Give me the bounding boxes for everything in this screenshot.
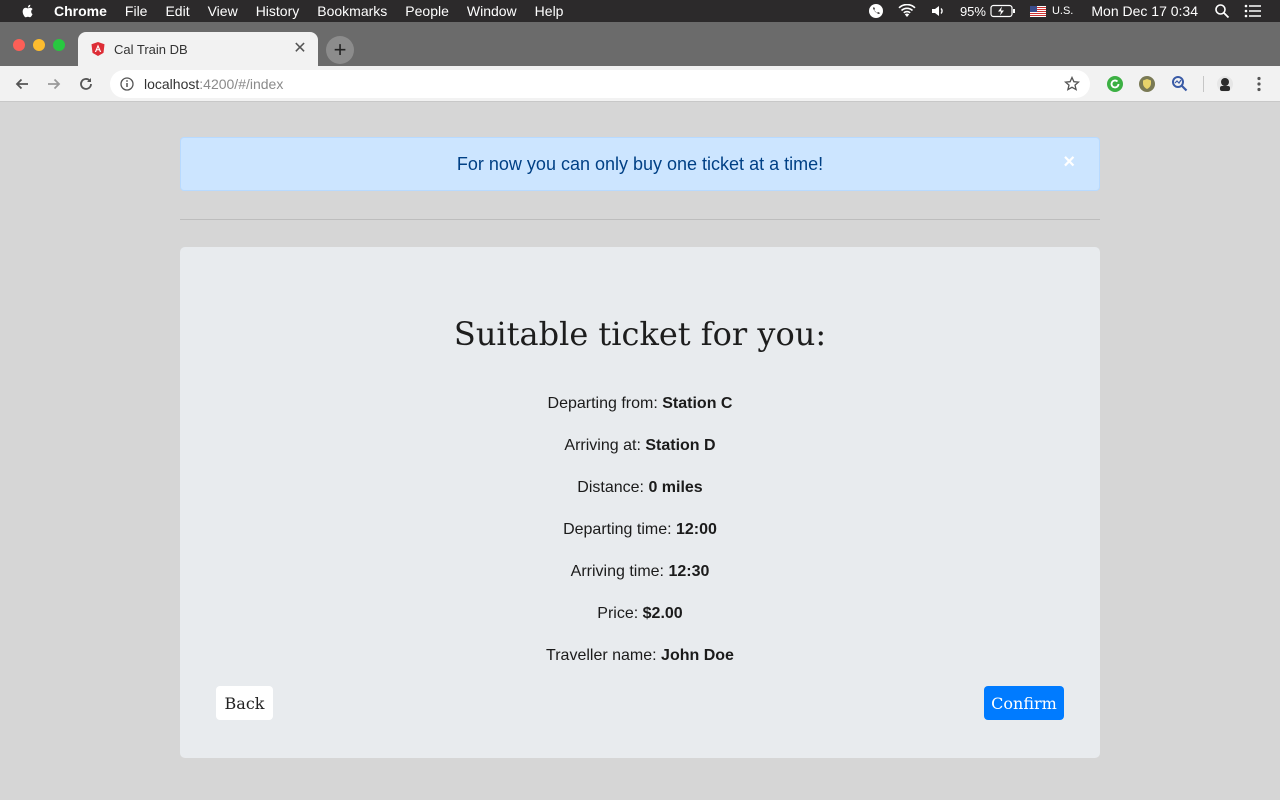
us-flag-icon[interactable] [1029, 5, 1046, 17]
departing-time-value: 12:00 [676, 521, 717, 538]
menu-app-chrome[interactable]: Chrome [54, 3, 107, 19]
menu-bookmarks[interactable]: Bookmarks [317, 3, 387, 19]
browser-toolbar: localhost:4200/#/index [0, 66, 1280, 102]
distance-value: 0 miles [648, 479, 703, 496]
menu-edit[interactable]: Edit [165, 3, 189, 19]
arriving-at-row: Arriving at: Station D [180, 437, 1100, 455]
bookmark-star-icon[interactable] [1064, 76, 1080, 92]
apple-icon[interactable] [20, 3, 36, 19]
window-zoom-button[interactable] [53, 39, 65, 51]
tab-close-icon[interactable]: ✕ [292, 41, 308, 57]
window-minimize-button[interactable] [33, 39, 45, 51]
arriving-time-row: Arriving time: 12:30 [180, 563, 1100, 581]
arriving-at-value: Station D [645, 437, 716, 454]
confirm-button[interactable]: Confirm [984, 686, 1064, 720]
spotlight-search-icon[interactable] [1214, 3, 1230, 19]
menu-help[interactable]: Help [535, 3, 564, 19]
distance-row: Distance: 0 miles [180, 479, 1100, 497]
extension-magnifier-icon[interactable] [1170, 75, 1188, 93]
notification-center-icon[interactable] [1244, 4, 1262, 18]
profile-avatar-icon[interactable] [1216, 75, 1234, 93]
extension-shield-icon[interactable] [1138, 75, 1156, 93]
arriving-time-label: Arriving time: [570, 563, 669, 580]
toolbar-separator [1203, 76, 1204, 92]
reload-icon[interactable] [75, 73, 97, 95]
wifi-icon[interactable] [898, 4, 916, 18]
tab-cal-train-db[interactable]: Cal Train DB ✕ [78, 32, 318, 66]
address-bar[interactable]: localhost:4200/#/index [110, 70, 1090, 98]
price-label: Price: [597, 605, 643, 622]
new-tab-button[interactable]: + [326, 36, 354, 64]
battery-charging-icon[interactable] [990, 4, 1016, 18]
traveller-name-label: Traveller name: [546, 647, 662, 664]
menu-people[interactable]: People [405, 3, 449, 19]
url-text[interactable]: localhost:4200/#/index [144, 76, 283, 92]
traveller-name-value: John Doe [661, 647, 734, 664]
arriving-at-label: Arriving at: [564, 437, 646, 454]
menu-history[interactable]: History [256, 3, 300, 19]
info-alert: For now you can only buy one ticket at a… [180, 137, 1100, 191]
departing-from-label: Departing from: [547, 395, 663, 412]
extension-green-refresh-icon[interactable] [1106, 75, 1124, 93]
volume-icon[interactable] [930, 4, 946, 18]
alert-close-icon[interactable]: × [1063, 152, 1075, 172]
price-value: $2.00 [642, 605, 683, 622]
alert-message: For now you can only buy one ticket at a… [456, 153, 824, 174]
departing-time-label: Departing time: [563, 521, 676, 538]
back-button[interactable]: Back [216, 686, 273, 720]
menu-file[interactable]: File [125, 3, 148, 19]
price-row: Price: $2.00 [180, 605, 1100, 623]
ticket-title: Suitable ticket for you: [453, 315, 827, 353]
section-divider [180, 219, 1100, 220]
url-path: :4200/#/index [199, 76, 284, 92]
traveller-name-row: Traveller name: John Doe [180, 647, 1100, 665]
battery-percent: 95% [959, 3, 986, 19]
site-info-icon[interactable] [120, 77, 134, 91]
chrome-menu-icon[interactable] [1250, 75, 1268, 93]
datetime[interactable]: Mon Dec 17 0:34 [1091, 3, 1198, 19]
back-arrow-icon[interactable] [11, 73, 33, 95]
viber-icon[interactable] [868, 3, 884, 19]
menu-bar: Chrome File Edit View History Bookmarks … [0, 0, 1280, 22]
departing-time-row: Departing time: 12:00 [180, 521, 1100, 539]
departing-from-row: Departing from: Station C [180, 395, 1100, 413]
forward-arrow-icon[interactable] [43, 73, 65, 95]
menu-view[interactable]: View [208, 3, 238, 19]
window-close-button[interactable] [13, 39, 25, 51]
ticket-card: Suitable ticket for you: Departing from:… [180, 247, 1100, 758]
menu-window[interactable]: Window [467, 3, 517, 19]
distance-label: Distance: [577, 479, 649, 496]
tab-strip: Cal Train DB ✕ + [0, 22, 1280, 66]
input-source-label[interactable]: U.S. [1052, 5, 1073, 17]
angular-favicon-icon [91, 42, 105, 56]
url-host: localhost [144, 76, 200, 92]
departing-from-value: Station C [662, 395, 733, 412]
tab-title: Cal Train DB [114, 41, 188, 57]
arriving-time-value: 12:30 [668, 563, 710, 580]
